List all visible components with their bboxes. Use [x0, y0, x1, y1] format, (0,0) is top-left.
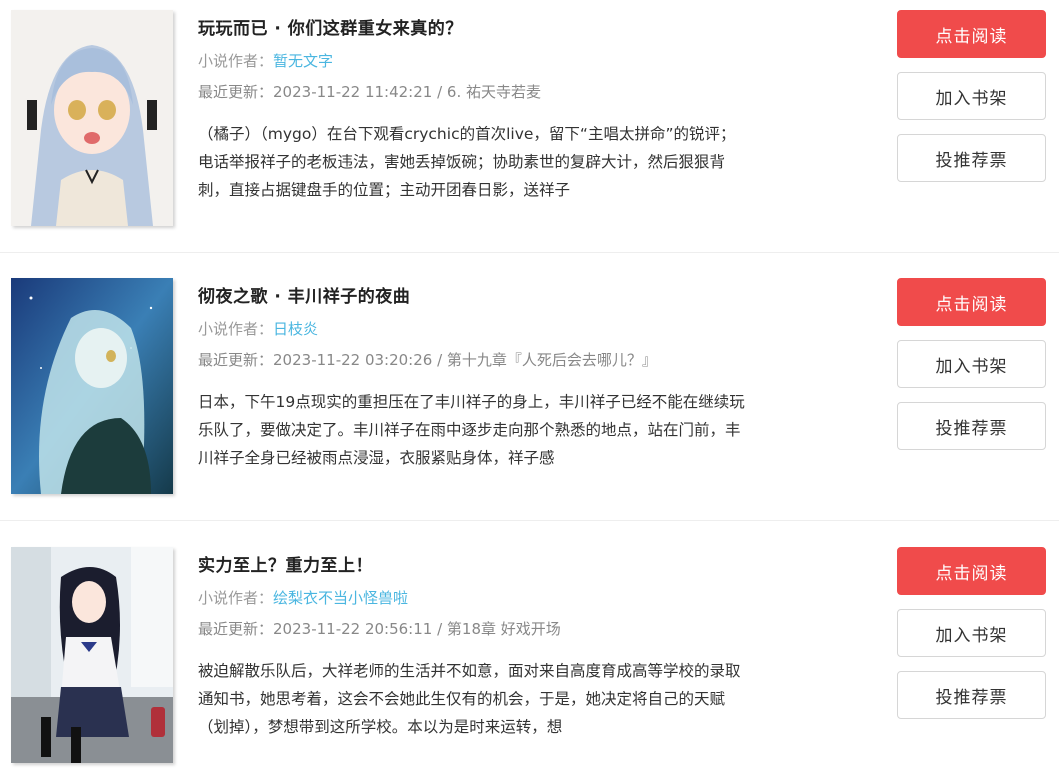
author-row: 小说作者：暂无文字 [198, 50, 333, 71]
update-label: 最近更新： [198, 351, 274, 369]
novel-cover[interactable] [11, 278, 173, 494]
latest-chapter-link[interactable]: 2023-11-22 20:56:11 / 第18章 好戏开场 [273, 620, 561, 638]
novel-item: 实力至上？重力至上！ 小说作者：绘梨衣不当小怪兽啦 最近更新：2023-11-2… [0, 524, 1059, 772]
recommend-vote-button[interactable]: 投推荐票 [897, 402, 1046, 450]
read-button[interactable]: 点击阅读 [897, 278, 1046, 326]
novel-cover[interactable] [11, 10, 173, 226]
latest-chapter-link[interactable]: 2023-11-22 11:42:21 / 6. 祐天寺若麦 [273, 83, 541, 101]
divider [0, 252, 1059, 253]
novel-title[interactable]: 实力至上？重力至上！ [198, 551, 373, 576]
novel-item: 彻夜之歌 · 丰川祥子的夜曲 小说作者：日枝炎 最近更新：2023-11-22 … [0, 255, 1059, 524]
author-label: 小说作者： [198, 589, 274, 607]
read-button[interactable]: 点击阅读 [897, 547, 1046, 595]
author-link[interactable]: 绘梨衣不当小怪兽啦 [273, 589, 408, 607]
add-to-shelf-button[interactable]: 加入书架 [897, 72, 1046, 120]
novel-description: （橘子）（mygo）在台下观看crychic的首次live，留下“主唱太拼命”的… [198, 125, 736, 199]
update-label: 最近更新： [198, 620, 274, 638]
add-to-shelf-button[interactable]: 加入书架 [897, 340, 1046, 388]
novel-title[interactable]: 彻夜之歌 · 丰川祥子的夜曲 [198, 282, 410, 307]
update-label: 最近更新： [198, 83, 274, 101]
novel-description: 日本，下午19点现实的重担压在了丰川祥子的身上，丰川祥子已经不能在继续玩乐队了，… [198, 393, 745, 467]
latest-chapter-link[interactable]: 2023-11-22 03:20:26 / 第十九章『人死后会去哪儿？』 [273, 351, 657, 369]
author-link[interactable]: 日枝炎 [273, 320, 318, 338]
recommend-vote-button[interactable]: 投推荐票 [897, 134, 1046, 182]
author-label: 小说作者： [198, 320, 274, 338]
author-link[interactable]: 暂无文字 [273, 52, 333, 70]
author-label: 小说作者： [198, 52, 274, 70]
divider [0, 520, 1059, 521]
recommend-vote-button[interactable]: 投推荐票 [897, 671, 1046, 719]
update-row: 最近更新：2023-11-22 11:42:21 / 6. 祐天寺若麦 [198, 81, 541, 102]
read-button[interactable]: 点击阅读 [897, 10, 1046, 58]
novel-cover[interactable] [11, 547, 173, 763]
novel-title[interactable]: 玩玩而已 · 你们这群重女来真的？ [198, 14, 463, 39]
novel-description: 被迫解散乐队后，大祥老师的生活并不如意，面对来自高度育成高等学校的录取通知书，她… [198, 662, 741, 736]
novel-list: 玩玩而已 · 你们这群重女来真的？ 小说作者：暂无文字 最近更新：2023-11… [0, 0, 1059, 772]
update-row: 最近更新：2023-11-22 20:56:11 / 第18章 好戏开场 [198, 618, 561, 639]
author-row: 小说作者：绘梨衣不当小怪兽啦 [198, 587, 408, 608]
add-to-shelf-button[interactable]: 加入书架 [897, 609, 1046, 657]
update-row: 最近更新：2023-11-22 03:20:26 / 第十九章『人死后会去哪儿？… [198, 349, 657, 370]
author-row: 小说作者：日枝炎 [198, 318, 318, 339]
novel-item: 玩玩而已 · 你们这群重女来真的？ 小说作者：暂无文字 最近更新：2023-11… [0, 0, 1059, 256]
